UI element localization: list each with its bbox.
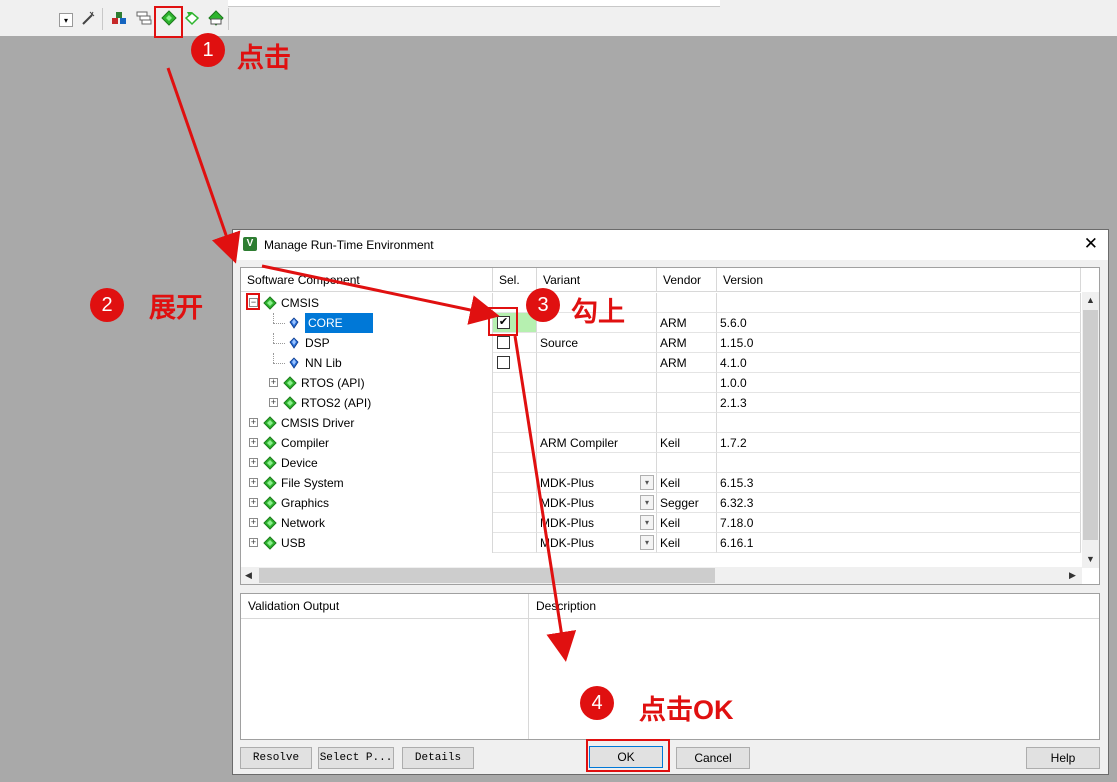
step-label-1: 点击: [237, 43, 291, 73]
highlight-core-checkbox: [488, 307, 518, 336]
step-badge-4: 4: [580, 686, 614, 720]
highlight-ok-button: [586, 739, 670, 772]
annotation-arrows: [166, 67, 577, 662]
step-badge-1: 1: [191, 33, 225, 67]
step-label-3: 勾上: [571, 297, 625, 327]
step-badge-2: 2: [90, 288, 124, 322]
highlight-expander: [246, 293, 260, 310]
arrow-3-to-4: [513, 335, 577, 662]
step-label-4: 点击OK: [639, 695, 734, 725]
arrow-1-to-2: [166, 67, 241, 264]
step-badge-3: 3: [526, 288, 560, 322]
arrow-2-to-3: [261, 264, 500, 325]
step-label-2: 展开: [149, 293, 203, 323]
highlight-rte-button: [154, 6, 183, 38]
